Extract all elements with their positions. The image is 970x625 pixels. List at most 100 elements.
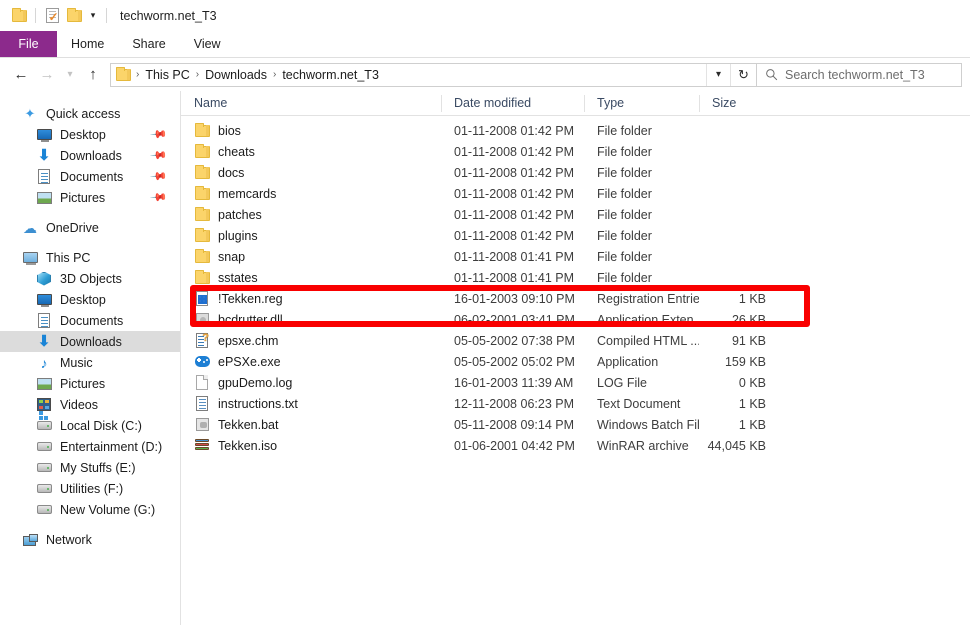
column-header-type[interactable]: Type bbox=[584, 95, 699, 112]
search-input[interactable]: Search techworm.net_T3 bbox=[785, 68, 925, 82]
table-row[interactable]: patches 01-11-2008 01:42 PM File folder bbox=[181, 204, 970, 225]
breadcrumb-separator-1: › bbox=[194, 69, 201, 80]
sidebar-item-music[interactable]: ♪ Music bbox=[0, 352, 180, 373]
batch-file-icon bbox=[194, 417, 210, 433]
back-button[interactable]: ← bbox=[8, 62, 34, 88]
window-title: techworm.net_T3 bbox=[120, 9, 217, 23]
table-row[interactable]: ePSXe.exe 05-05-2002 05:02 PM Applicatio… bbox=[181, 351, 970, 372]
file-date: 05-05-2002 07:38 PM bbox=[441, 334, 584, 348]
address-bar-row: ← → ▾ ↑ › This PC › Downloads › techworm… bbox=[0, 58, 970, 91]
nav-group-gap-3 bbox=[0, 520, 180, 529]
folder-icon bbox=[194, 186, 210, 202]
downloads-icon: ⬇ bbox=[36, 148, 52, 164]
column-header-size[interactable]: Size bbox=[699, 95, 781, 112]
local-disk-icon bbox=[36, 418, 52, 434]
address-bar[interactable]: › This PC › Downloads › techworm.net_T3 … bbox=[110, 63, 757, 87]
sidebar-item-onedrive[interactable]: ☁ OneDrive bbox=[0, 217, 180, 238]
file-name-cell: ePSXe.exe bbox=[181, 354, 441, 370]
sidebar-label: Pictures bbox=[60, 377, 105, 391]
table-row[interactable]: cheats 01-11-2008 01:42 PM File folder bbox=[181, 141, 970, 162]
file-name: Tekken.bat bbox=[218, 418, 278, 432]
file-name: bios bbox=[218, 124, 241, 138]
pin-icon[interactable]: 📌 bbox=[150, 146, 169, 165]
winrar-archive-icon bbox=[194, 438, 210, 454]
sidebar-item-network[interactable]: Network bbox=[0, 529, 180, 550]
sidebar-item-desktop-qa[interactable]: Desktop 📌 bbox=[0, 124, 180, 145]
table-row[interactable]: instructions.txt 12-11-2008 06:23 PM Tex… bbox=[181, 393, 970, 414]
table-row[interactable]: docs 01-11-2008 01:42 PM File folder bbox=[181, 162, 970, 183]
pin-icon[interactable]: 📌 bbox=[150, 188, 169, 207]
file-type: File folder bbox=[584, 124, 699, 138]
file-date: 12-11-2008 06:23 PM bbox=[441, 397, 584, 411]
sidebar-item-pictures-qa[interactable]: Pictures 📌 bbox=[0, 187, 180, 208]
file-date: 05-05-2002 05:02 PM bbox=[441, 355, 584, 369]
tab-view[interactable]: View bbox=[180, 31, 235, 57]
file-date: 06-02-2001 03:41 PM bbox=[441, 313, 584, 327]
title-bar: ✓ ▾ techworm.net_T3 bbox=[0, 0, 970, 31]
table-row[interactable]: memcards 01-11-2008 01:42 PM File folder bbox=[181, 183, 970, 204]
file-size: 1 KB bbox=[699, 292, 781, 306]
file-name: docs bbox=[218, 166, 244, 180]
dll-file-icon bbox=[194, 312, 210, 328]
sidebar-label: Videos bbox=[60, 398, 98, 412]
table-row[interactable]: snap 01-11-2008 01:41 PM File folder bbox=[181, 246, 970, 267]
chevron-down-icon[interactable]: ▾ bbox=[85, 8, 101, 24]
recent-locations-icon[interactable]: ▾ bbox=[60, 62, 80, 88]
file-type: File folder bbox=[584, 166, 699, 180]
properties-icon[interactable]: ✓ bbox=[41, 5, 63, 27]
table-row[interactable]: ? epsxe.chm 05-05-2002 07:38 PM Compiled… bbox=[181, 330, 970, 351]
column-header-date-modified[interactable]: Date modified bbox=[441, 95, 584, 112]
sidebar-item-documents-qa[interactable]: Documents 📌 bbox=[0, 166, 180, 187]
sidebar-item-documents[interactable]: Documents bbox=[0, 310, 180, 331]
sidebar-item-new-volume-g[interactable]: New Volume (G:) bbox=[0, 499, 180, 520]
table-row-tekken-reg[interactable]: !Tekken.reg 16-01-2003 09:10 PM Registra… bbox=[181, 288, 970, 309]
pin-icon[interactable]: 📌 bbox=[150, 125, 169, 144]
sidebar-item-downloads-qa[interactable]: ⬇ Downloads 📌 bbox=[0, 145, 180, 166]
pin-icon[interactable]: 📌 bbox=[150, 167, 169, 186]
sidebar-item-my-stuffs-e[interactable]: My Stuffs (E:) bbox=[0, 457, 180, 478]
sidebar-item-quick-access[interactable]: ✦ Quick access bbox=[0, 103, 180, 124]
table-row[interactable]: bcdrutter.dll 06-02-2001 03:41 PM Applic… bbox=[181, 309, 970, 330]
sidebar-item-local-disk-c[interactable]: Local Disk (C:) bbox=[0, 415, 180, 436]
sidebar-label: Entertainment (D:) bbox=[60, 440, 162, 454]
breadcrumb-item-downloads[interactable]: Downloads bbox=[201, 68, 271, 82]
sidebar-item-downloads[interactable]: ⬇ Downloads bbox=[0, 331, 180, 352]
search-box[interactable]: Search techworm.net_T3 bbox=[757, 63, 962, 87]
tab-share[interactable]: Share bbox=[118, 31, 179, 57]
nav-group-gap bbox=[0, 208, 180, 217]
table-row[interactable]: gpuDemo.log 16-01-2003 11:39 AM LOG File… bbox=[181, 372, 970, 393]
tab-home[interactable]: Home bbox=[57, 31, 118, 57]
table-row[interactable]: plugins 01-11-2008 01:42 PM File folder bbox=[181, 225, 970, 246]
folder-icon[interactable] bbox=[8, 5, 30, 27]
file-type: Application bbox=[584, 355, 699, 369]
file-date: 16-01-2003 09:10 PM bbox=[441, 292, 584, 306]
column-header-name[interactable]: Name bbox=[181, 95, 441, 112]
file-name-cell: bcdrutter.dll bbox=[181, 312, 441, 328]
file-type: File folder bbox=[584, 208, 699, 222]
drive-icon bbox=[36, 502, 52, 518]
3d-objects-icon bbox=[36, 271, 52, 287]
sidebar-item-videos[interactable]: Videos bbox=[0, 394, 180, 415]
sidebar-item-3d-objects[interactable]: 3D Objects bbox=[0, 268, 180, 289]
address-dropdown-icon[interactable]: ▾ bbox=[706, 64, 730, 86]
tab-file[interactable]: File bbox=[0, 31, 57, 57]
breadcrumb-item-techworm[interactable]: techworm.net_T3 bbox=[278, 68, 383, 82]
up-button[interactable]: ↑ bbox=[80, 62, 106, 88]
refresh-icon[interactable]: ↻ bbox=[730, 64, 756, 86]
table-row[interactable]: bios 01-11-2008 01:42 PM File folder bbox=[181, 120, 970, 141]
sidebar-item-this-pc[interactable]: This PC bbox=[0, 247, 180, 268]
sidebar-item-pictures[interactable]: Pictures bbox=[0, 373, 180, 394]
table-row[interactable]: sstates 01-11-2008 01:41 PM File folder bbox=[181, 267, 970, 288]
table-row[interactable]: Tekken.iso 01-06-2001 04:42 PM WinRAR ar… bbox=[181, 435, 970, 456]
forward-button[interactable]: → bbox=[34, 62, 60, 88]
file-type: Registration Entries bbox=[584, 292, 699, 306]
column-header-row: ˄ Name Date modified Type Size bbox=[181, 91, 970, 116]
breadcrumb-item-this-pc[interactable]: This PC bbox=[141, 68, 193, 82]
new-folder-icon[interactable] bbox=[63, 5, 85, 27]
sidebar-item-desktop[interactable]: Desktop bbox=[0, 289, 180, 310]
folder-icon bbox=[194, 270, 210, 286]
file-name-cell: patches bbox=[181, 207, 441, 223]
sidebar-item-entertainment-d[interactable]: Entertainment (D:) bbox=[0, 436, 180, 457]
sidebar-item-utilities-f[interactable]: Utilities (F:) bbox=[0, 478, 180, 499]
table-row[interactable]: Tekken.bat 05-11-2008 09:14 PM Windows B… bbox=[181, 414, 970, 435]
